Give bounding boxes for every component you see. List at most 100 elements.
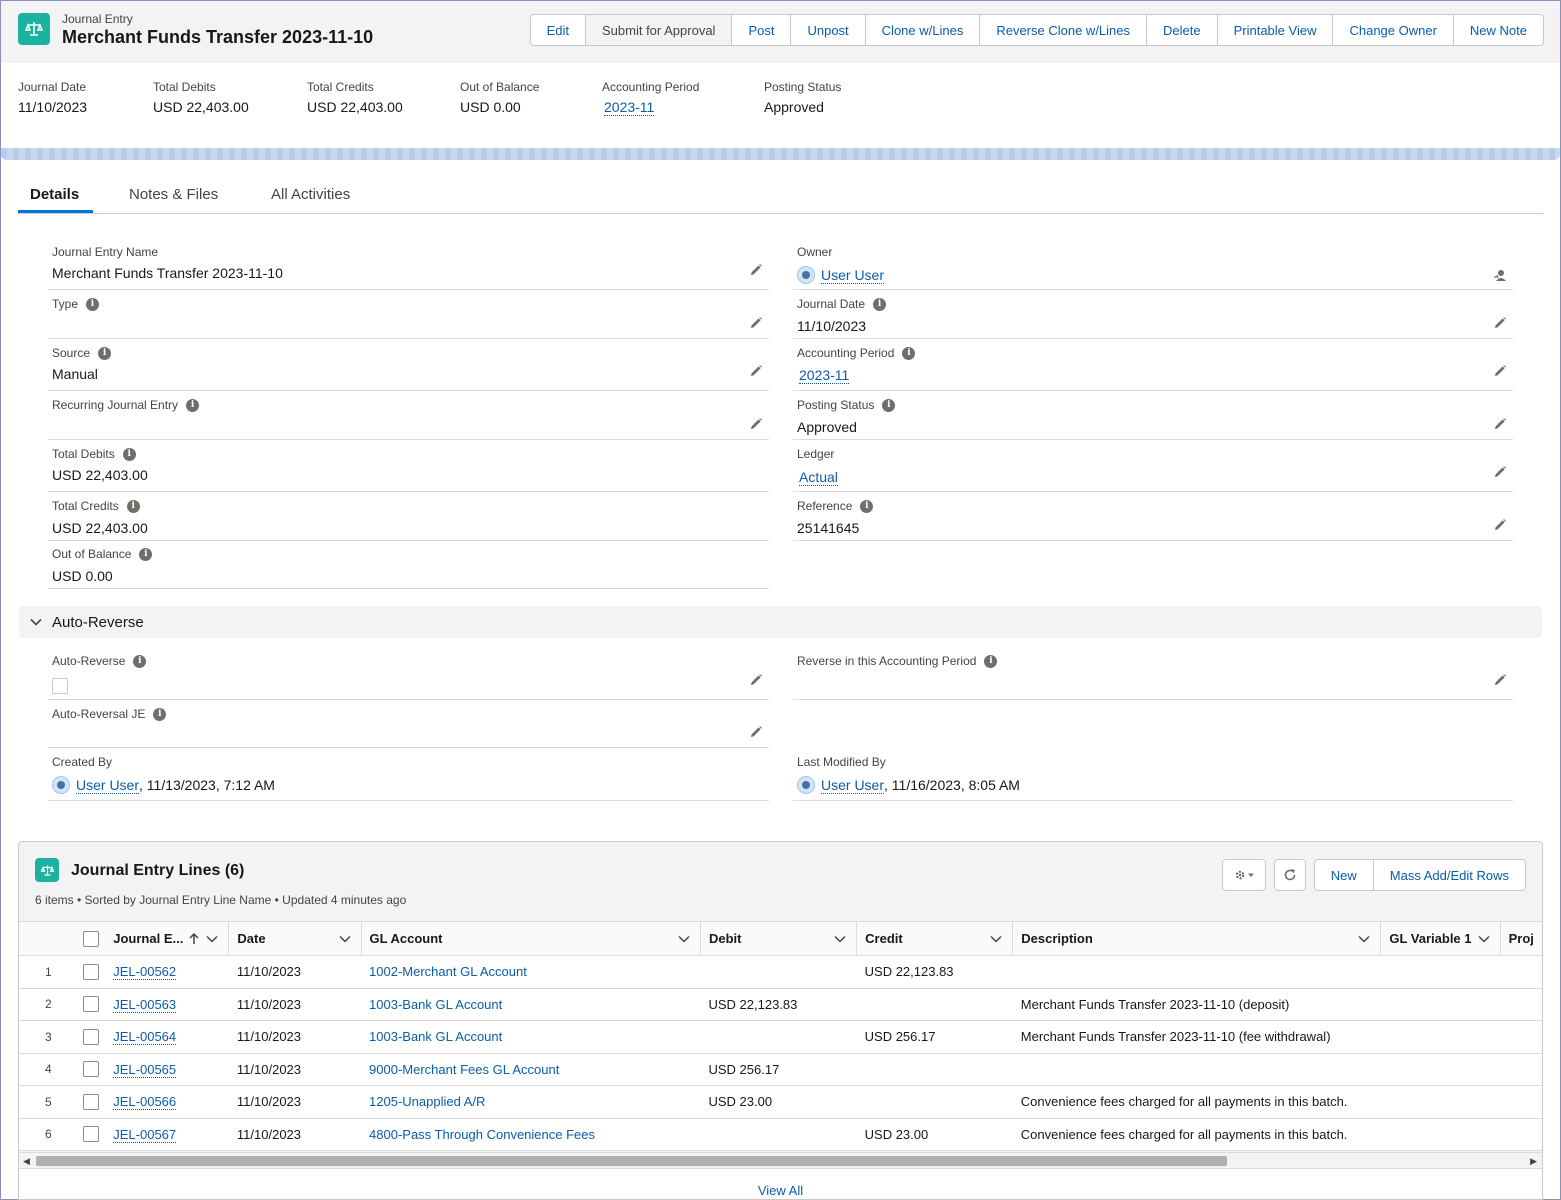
refresh-button[interactable] xyxy=(1273,859,1306,891)
row-checkbox[interactable] xyxy=(83,1028,100,1045)
gl-variable-cell xyxy=(1380,1085,1501,1119)
clone-with-lines-button[interactable]: Clone w/Lines xyxy=(865,14,981,46)
info-icon[interactable]: i xyxy=(860,499,874,513)
reverse-clone-button[interactable]: Reverse Clone w/Lines xyxy=(980,14,1148,46)
post-button[interactable]: Post xyxy=(732,14,792,46)
pencil-icon[interactable] xyxy=(749,417,763,431)
line-name-link[interactable]: JEL-00564 xyxy=(113,1029,177,1046)
project-cell xyxy=(1500,1118,1542,1151)
info-icon[interactable]: i xyxy=(139,547,153,561)
info-icon[interactable]: i xyxy=(86,297,100,311)
column-header-date[interactable]: Date xyxy=(228,921,362,956)
change-owner-button[interactable]: Change Owner xyxy=(1333,14,1454,46)
tab-details[interactable]: Details xyxy=(30,186,79,203)
pencil-icon[interactable] xyxy=(1493,465,1507,479)
select-all-header xyxy=(77,921,106,956)
field-total-credits: Total Credits i USD 22,403.00 xyxy=(48,492,769,541)
submit-for-approval-button[interactable]: Submit for Approval xyxy=(586,14,733,46)
column-header-gl-variable-1[interactable]: GL Variable 1 xyxy=(1380,921,1501,956)
line-name-link[interactable]: JEL-00563 xyxy=(113,996,177,1013)
created-by-link[interactable]: User User xyxy=(76,777,140,794)
tab-bar: Details Notes & Files All Activities xyxy=(18,172,1543,214)
gl-account-link[interactable]: 1205-Unapplied A/R xyxy=(369,1094,485,1109)
field-ledger: Ledger Actual xyxy=(793,440,1513,492)
scroll-right-icon[interactable]: ▶ xyxy=(1530,1156,1537,1167)
auto-reverse-section-header[interactable]: Auto-Reverse xyxy=(19,606,1542,638)
column-header-credit[interactable]: Credit xyxy=(856,921,1014,956)
pencil-icon[interactable] xyxy=(1493,316,1507,330)
edit-button[interactable]: Edit xyxy=(529,14,586,46)
highlight-total-debits: Total Debits USD 22,403.00 xyxy=(153,80,249,115)
line-name-link[interactable]: JEL-00565 xyxy=(113,1061,177,1078)
gl-account-link[interactable]: 4800-Pass Through Convenience Fees xyxy=(369,1127,595,1142)
unpost-button[interactable]: Unpost xyxy=(791,14,866,46)
pencil-icon[interactable] xyxy=(749,673,763,687)
new-line-button[interactable]: New xyxy=(1313,859,1373,891)
gl-account-link[interactable]: 9000-Merchant Fees GL Account xyxy=(369,1062,559,1077)
tab-notes-files[interactable]: Notes & Files xyxy=(129,186,218,203)
field-reference: Reference i 25141645 xyxy=(793,492,1513,541)
pencil-icon[interactable] xyxy=(1493,364,1507,378)
info-icon[interactable]: i xyxy=(126,499,140,513)
line-name-link[interactable]: JEL-00566 xyxy=(113,1094,177,1111)
row-checkbox[interactable] xyxy=(83,996,100,1013)
list-settings-button[interactable] xyxy=(1221,859,1266,891)
related-list-title: Journal Entry Lines (6) xyxy=(71,862,245,879)
table-row: 1 JEL-00562 11/10/2023 1002-Merchant GL … xyxy=(19,955,1542,989)
pencil-icon[interactable] xyxy=(749,364,763,378)
column-header-project[interactable]: Proj xyxy=(1500,921,1542,956)
info-icon[interactable]: i xyxy=(902,346,916,360)
description-cell xyxy=(1012,955,1381,989)
accounting-period-link[interactable]: 2023-11 xyxy=(604,99,655,116)
select-all-checkbox[interactable] xyxy=(83,930,100,947)
highlight-label: Total Credits xyxy=(307,80,374,94)
pencil-icon[interactable] xyxy=(749,316,763,330)
row-checkbox[interactable] xyxy=(83,1093,100,1110)
info-icon[interactable]: i xyxy=(122,447,136,461)
row-checkbox[interactable] xyxy=(83,963,100,980)
row-checkbox[interactable] xyxy=(83,1126,100,1143)
view-all-footer: View All xyxy=(19,1168,1542,1199)
accounting-period-link[interactable]: 2023-11 xyxy=(799,367,850,384)
gl-account-cell: 4800-Pass Through Convenience Fees xyxy=(361,1118,701,1151)
field-auto-reverse: Auto-Reverse i xyxy=(48,649,769,700)
info-icon[interactable]: i xyxy=(98,346,112,360)
new-note-button[interactable]: New Note xyxy=(1453,14,1544,46)
line-name-link[interactable]: JEL-00562 xyxy=(113,964,177,981)
pencil-icon[interactable] xyxy=(1493,417,1507,431)
line-name-link[interactable]: JEL-00567 xyxy=(113,1126,177,1143)
chevron-down-icon xyxy=(30,618,42,626)
modified-by-link[interactable]: User User xyxy=(821,777,885,794)
date-cell: 11/10/2023 xyxy=(228,988,362,1021)
info-icon[interactable]: i xyxy=(186,398,200,412)
gl-account-link[interactable]: 1003-Bank GL Account xyxy=(369,997,502,1012)
scroll-left-icon[interactable]: ◀ xyxy=(23,1156,30,1167)
pencil-icon[interactable] xyxy=(1493,518,1507,532)
pencil-icon[interactable] xyxy=(1493,673,1507,687)
column-header-gl-account[interactable]: GL Account xyxy=(361,921,702,956)
owner-link[interactable]: User User xyxy=(821,267,885,284)
column-header-debit[interactable]: Debit xyxy=(700,921,858,956)
info-icon[interactable]: i xyxy=(133,654,147,668)
info-icon[interactable]: i xyxy=(873,297,887,311)
info-icon[interactable]: i xyxy=(153,707,167,721)
ledger-link[interactable]: Actual xyxy=(799,469,838,486)
printable-view-button[interactable]: Printable View xyxy=(1217,14,1334,46)
change-owner-icon[interactable] xyxy=(1493,268,1507,282)
info-icon[interactable]: i xyxy=(882,398,896,412)
pencil-icon[interactable] xyxy=(749,725,763,739)
view-all-link[interactable]: View All xyxy=(758,1183,803,1198)
pencil-icon[interactable] xyxy=(749,263,763,277)
delete-button[interactable]: Delete xyxy=(1147,14,1218,46)
mass-add-edit-button[interactable]: Mass Add/Edit Rows xyxy=(1372,859,1526,891)
row-checkbox[interactable] xyxy=(83,1061,100,1078)
gl-account-link[interactable]: 1002-Merchant GL Account xyxy=(369,964,527,979)
tab-all-activities[interactable]: All Activities xyxy=(271,186,350,203)
gl-account-link[interactable]: 1003-Bank GL Account xyxy=(369,1029,502,1044)
column-header-name[interactable]: Journal E... xyxy=(105,921,230,956)
horizontal-scrollbar[interactable]: ◀ ▶ xyxy=(19,1152,1542,1168)
info-icon[interactable]: i xyxy=(984,654,998,668)
scrollbar-thumb[interactable] xyxy=(36,1156,1227,1166)
gl-variable-cell xyxy=(1380,1020,1501,1054)
column-header-description[interactable]: Description xyxy=(1012,921,1382,956)
